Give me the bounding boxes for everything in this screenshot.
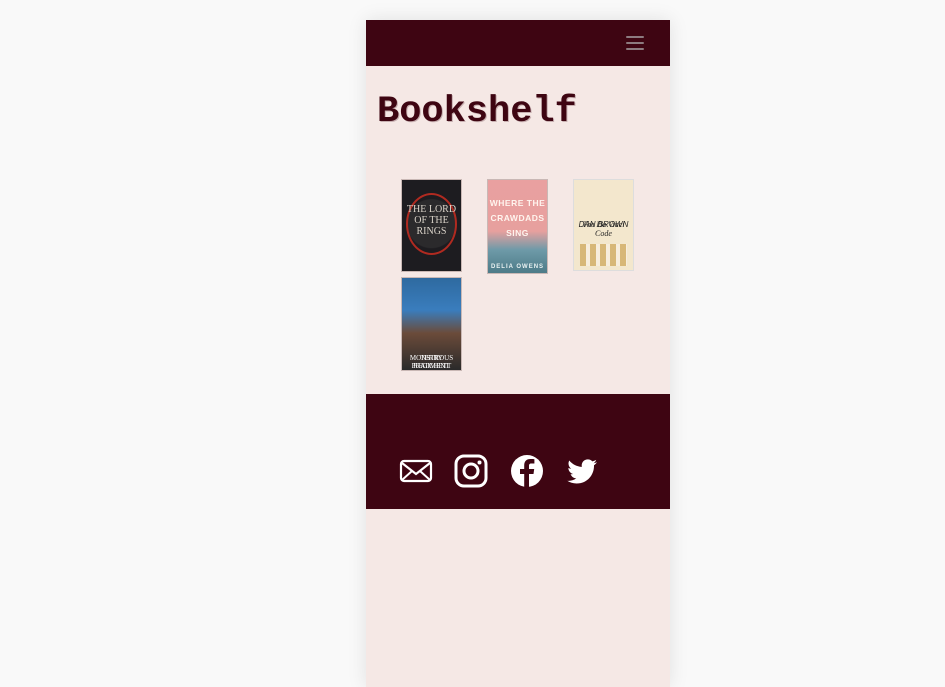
book-title: THE LORD OF THE RINGS [406, 204, 457, 237]
book-title: WHERE THE CRAWDADS SING [489, 198, 546, 238]
hamburger-menu-icon[interactable] [624, 33, 648, 53]
mail-icon[interactable] [398, 453, 434, 489]
footer [366, 394, 670, 509]
cover-arches-decoration [580, 244, 627, 266]
book-author: DELIA OWENS [490, 264, 545, 270]
book-title: MONSTROUS REGIMENT [409, 354, 454, 370]
book-cover-da-vinci-code[interactable]: DAN BROWN The Da Vinci Code [573, 179, 634, 271]
top-navbar [366, 20, 670, 66]
book-title: The Da Vinci Code [582, 220, 625, 238]
facebook-icon[interactable] [509, 453, 545, 489]
mobile-viewport: Bookshelf THE LORD OF THE RINGS WHERE TH… [366, 20, 670, 687]
twitter-icon[interactable] [564, 453, 600, 489]
book-cover-where-the-crawdads-sing[interactable]: WHERE THE CRAWDADS SING DELIA OWENS [487, 179, 548, 274]
book-cover-lord-of-the-rings[interactable]: THE LORD OF THE RINGS [401, 179, 462, 272]
cover-tagline [574, 182, 633, 186]
instagram-icon[interactable] [453, 453, 489, 489]
book-cover-monstrous-regiment[interactable]: TERRY PRATCHETT MONSTROUS REGIMENT [401, 277, 462, 371]
page-title: Bookshelf [377, 91, 577, 133]
